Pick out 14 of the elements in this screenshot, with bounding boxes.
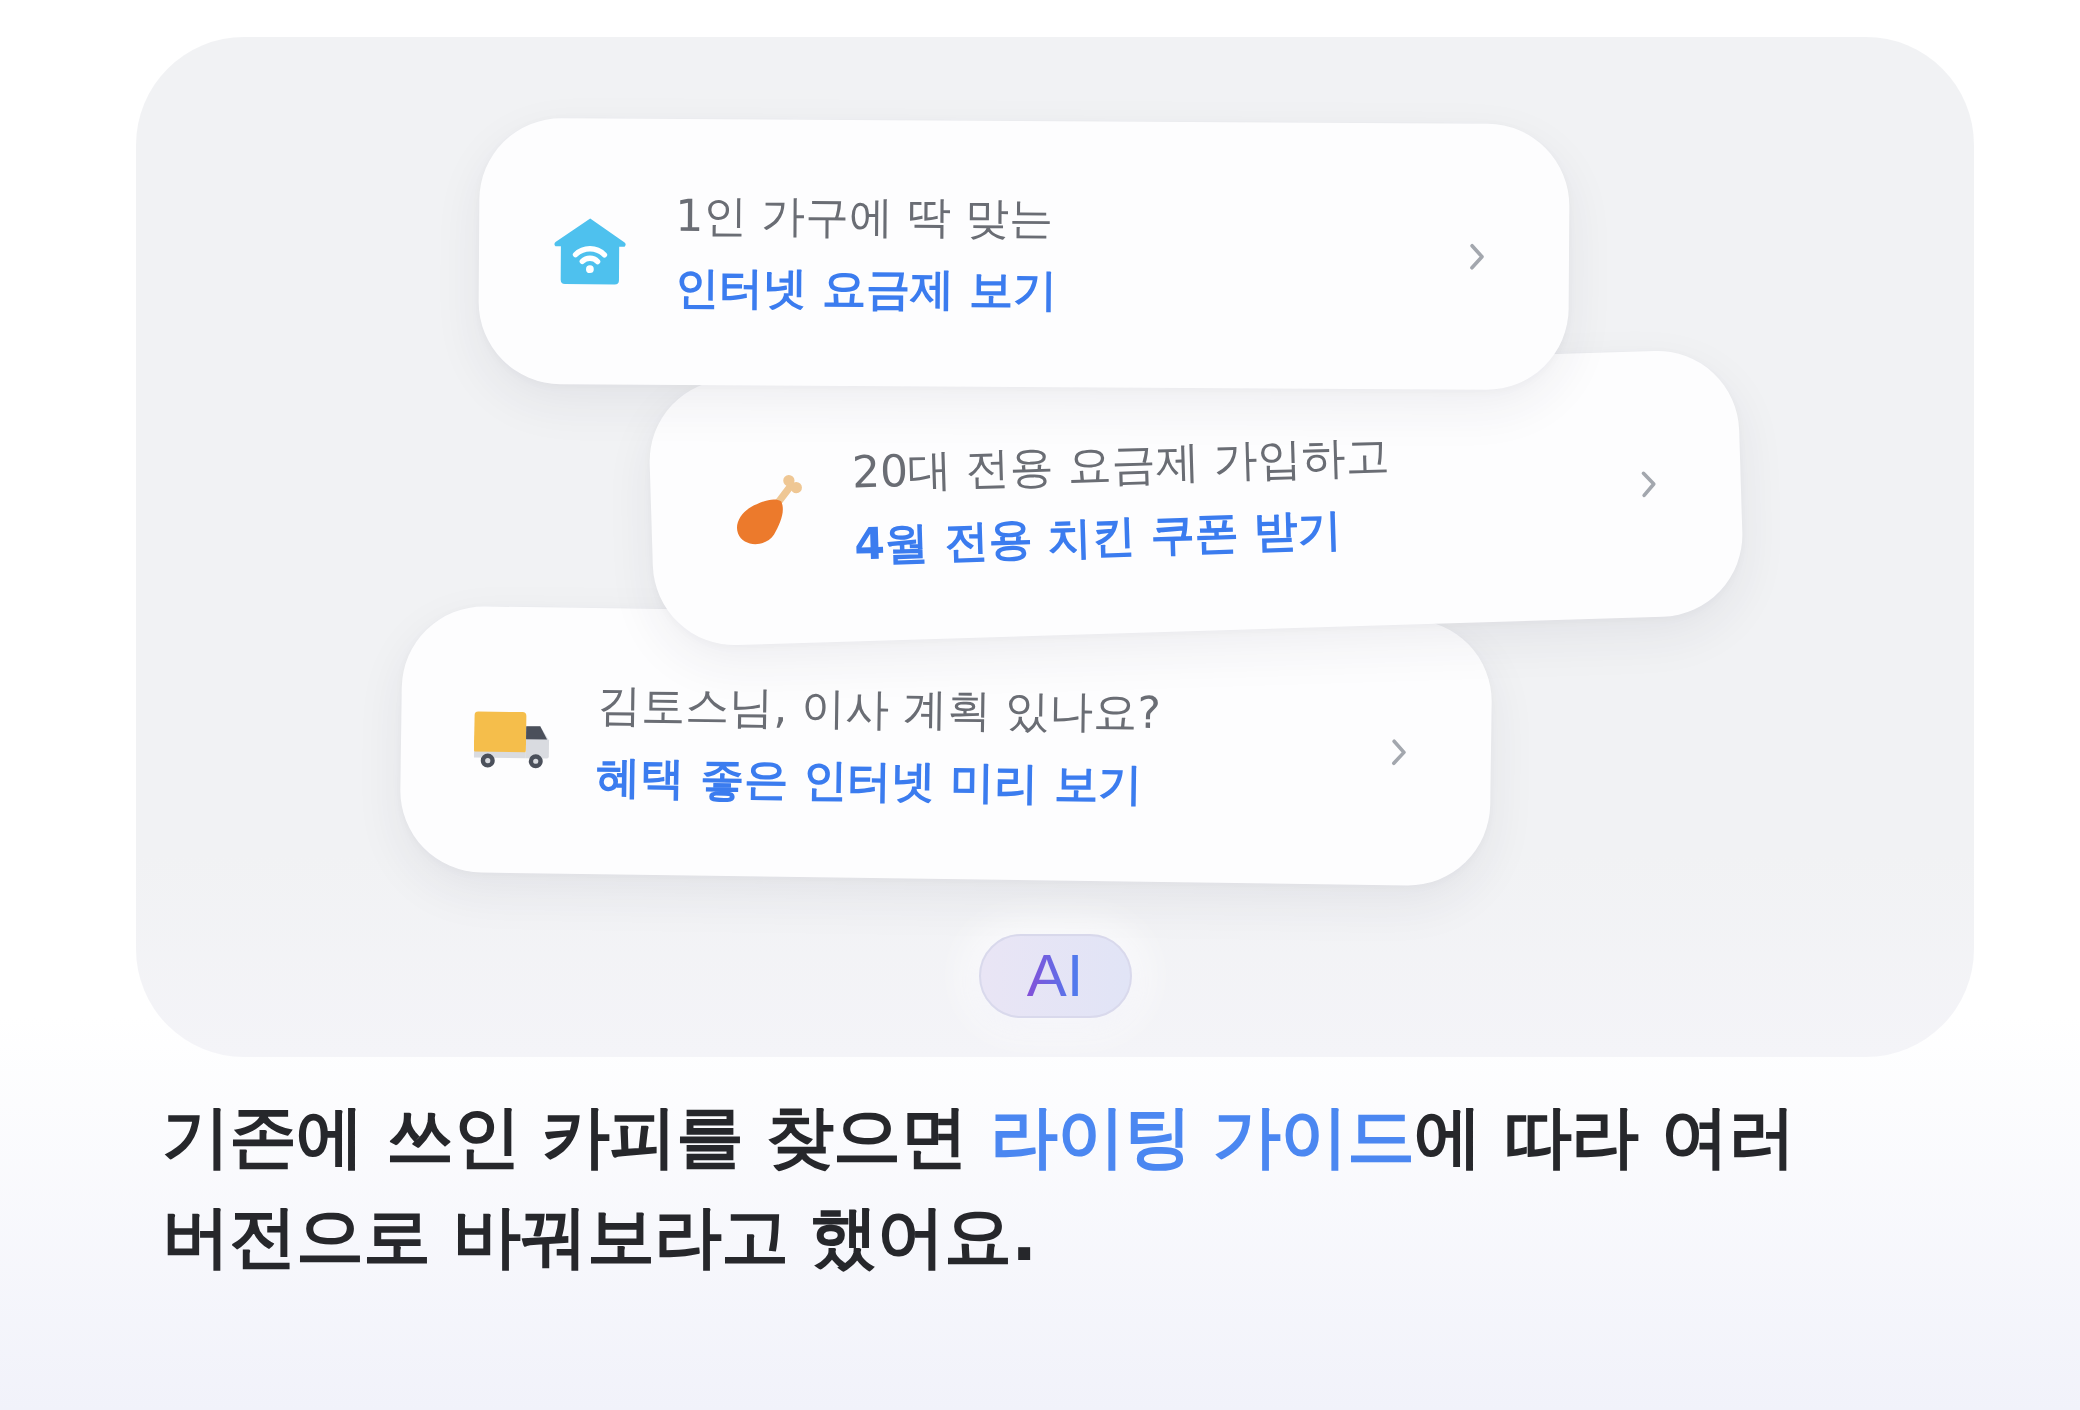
offer-card[interactable]: 1인 가구에 딱 맞는 인터넷 요금제 보기 — [478, 117, 1570, 391]
chevron-right-icon — [1640, 469, 1658, 499]
caption-text: 기존에 쓰인 카피를 찾으면 라이팅 가이드에 따라 여러 버전으로 바꿔보라고 했어요. — [162, 1096, 1796, 1278]
card-subtitle: 김토스님, 이사 계획 있나요? — [597, 678, 1162, 740]
card-title: 인터넷 요금제 보기 — [674, 260, 1058, 318]
chevron-right-icon — [1468, 242, 1486, 271]
card-subtitle: 1인 가구에 딱 맞는 — [675, 188, 1054, 246]
chevron-right-icon — [1390, 738, 1408, 767]
house-wifi-icon — [552, 217, 628, 286]
card-title: 4월 전용 치킨 쿠폰 받기 — [853, 502, 1343, 572]
card-title: 혜택 좋은 인터넷 미리 보기 — [596, 750, 1143, 812]
card-subtitle: 20대 전용 요금제 가입하고 — [851, 429, 1391, 500]
ai-badge: AI — [978, 934, 1132, 1018]
offer-card[interactable]: 김토스님, 이사 계획 있나요? 혜택 좋은 인터넷 미리 보기 — [399, 605, 1493, 887]
